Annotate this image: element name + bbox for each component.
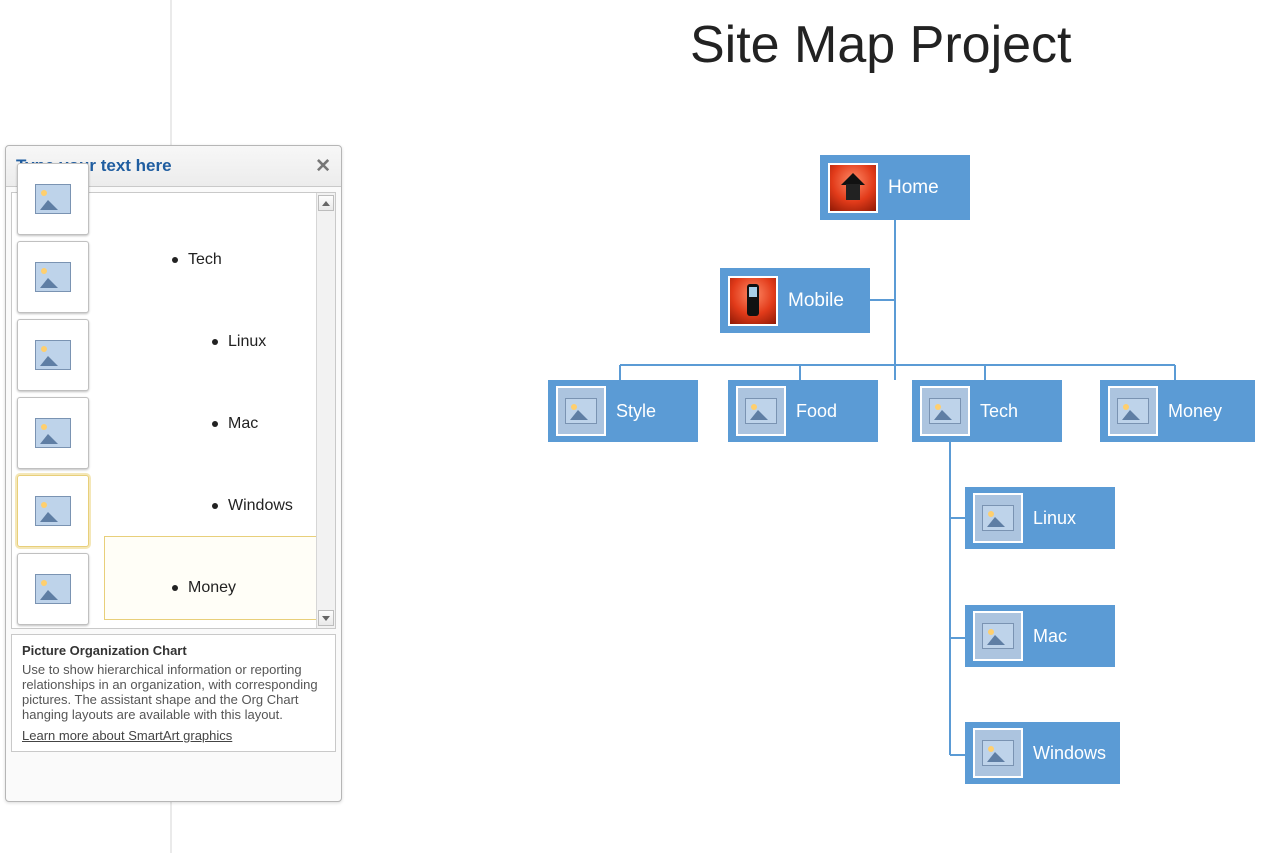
picture-placeholder-icon: [973, 611, 1023, 661]
node-linux[interactable]: Linux: [965, 487, 1115, 549]
node-mobile[interactable]: Mobile: [720, 268, 870, 333]
picture-placeholder-icon: [920, 386, 970, 436]
picture-placeholder-icon: [736, 386, 786, 436]
node-label: Style: [616, 401, 656, 422]
picture-placeholder-icon: [973, 728, 1023, 778]
node-label: Linux: [1033, 508, 1076, 529]
picture-placeholder-icon: [556, 386, 606, 436]
node-style[interactable]: Style: [548, 380, 698, 442]
node-tech[interactable]: Tech: [912, 380, 1062, 442]
node-food[interactable]: Food: [728, 380, 878, 442]
node-label: Mac: [1033, 626, 1067, 647]
node-label: Mobile: [788, 290, 844, 312]
node-label: Tech: [980, 401, 1018, 422]
picture-placeholder-icon: [1108, 386, 1158, 436]
node-label: Windows: [1033, 743, 1106, 764]
node-mac[interactable]: Mac: [965, 605, 1115, 667]
node-label: Home: [888, 177, 939, 199]
home-icon: [828, 163, 878, 213]
orgchart-canvas: Home Mobile Style Food Tech Money Linux …: [0, 0, 1280, 853]
picture-placeholder-icon: [973, 493, 1023, 543]
node-windows[interactable]: Windows: [965, 722, 1120, 784]
node-label: Money: [1168, 401, 1222, 422]
mobile-icon: [728, 276, 778, 326]
node-label: Food: [796, 401, 837, 422]
node-home[interactable]: Home: [820, 155, 970, 220]
node-money[interactable]: Money: [1100, 380, 1255, 442]
